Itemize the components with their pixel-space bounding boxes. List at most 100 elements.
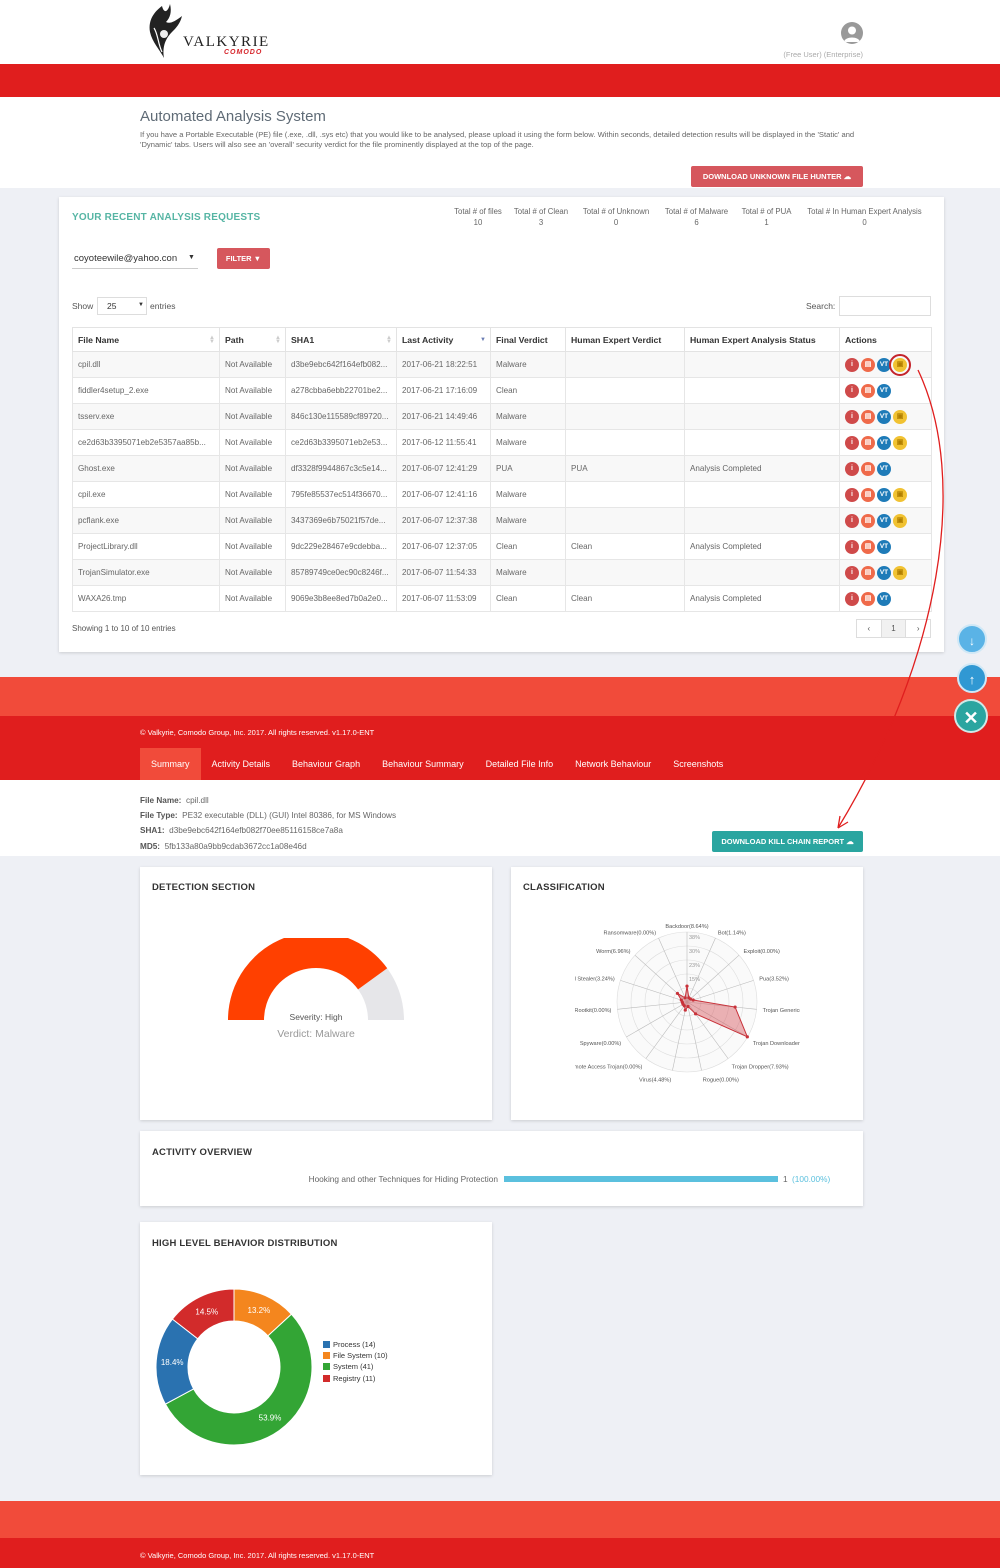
legend-label: System (41) bbox=[333, 1362, 374, 1371]
tab-detailed-file-info[interactable]: Detailed File Info bbox=[475, 748, 565, 780]
sort-icon: ▲ ▼ bbox=[275, 335, 281, 345]
table-row[interactable]: pcflank.exe Not Available 3437369e6b75021f… bbox=[72, 507, 932, 534]
file-name-value: cpil.dll bbox=[185, 796, 209, 805]
cell-human-status bbox=[684, 429, 840, 456]
cell-human-verdict bbox=[565, 481, 685, 508]
radar-point bbox=[683, 1008, 687, 1012]
table-row[interactable]: Ghost.exe Not Available df3328f9944867c3c5… bbox=[72, 455, 932, 482]
file-name-row: File Name: cpil.dll bbox=[140, 796, 209, 805]
cell-final-verdict: Clean bbox=[490, 585, 566, 612]
cell-path: Not Available bbox=[219, 533, 286, 560]
stat-label: Total # of Clean bbox=[513, 207, 569, 216]
save-fab-button[interactable]: ↓ bbox=[957, 624, 987, 654]
column-header-human-expert-status[interactable]: Human Expert Analysis Status bbox=[684, 327, 840, 352]
sha1-label: SHA1: bbox=[140, 826, 165, 835]
cell-human-verdict bbox=[565, 429, 685, 456]
cell-final-verdict: PUA bbox=[490, 455, 566, 482]
behavior-donut-chart: 53.9% 18.4% 14.5% 13.2% bbox=[155, 1288, 313, 1446]
cell-human-status bbox=[684, 507, 840, 534]
upload-fab-button[interactable]: ↑ bbox=[957, 663, 987, 693]
radar-axis-label: Remote Access Trojan(0.00%) bbox=[575, 1064, 642, 1070]
radar-axis-label: Virus(4.48%) bbox=[639, 1077, 671, 1083]
column-header-label: Final Verdict bbox=[496, 334, 548, 345]
valkyrie-logo-icon[interactable] bbox=[140, 2, 184, 60]
search-input[interactable] bbox=[839, 296, 931, 316]
radar-axis-label: Trojan Generic(26.26%) bbox=[763, 1008, 800, 1014]
filter-button[interactable]: FILTER ▼ bbox=[217, 248, 270, 269]
stat-label: Total # of files bbox=[454, 207, 502, 216]
tab-summary[interactable]: Summary bbox=[140, 748, 201, 780]
activity-label: Hooking and other Techniques for Hiding … bbox=[308, 1174, 498, 1184]
radar-point bbox=[675, 991, 680, 996]
sort-icon: ▲ ▼ bbox=[209, 335, 215, 345]
donut-percent-label: 18.4% bbox=[161, 1358, 184, 1367]
cell-sha1: df3328f9944867c3c5e14... bbox=[285, 455, 397, 482]
caret-down-icon: ▼ bbox=[138, 302, 144, 308]
donut-percent-label: 13.2% bbox=[248, 1306, 271, 1315]
cell-file-name: cpil.dll bbox=[72, 351, 220, 378]
cell-last-activity: 2017-06-07 12:37:05 bbox=[396, 533, 491, 560]
stat-total-human-expert: Total # In Human Expert Analysis 0 bbox=[799, 206, 930, 228]
stat-total-malware: Total # of Malware 6 bbox=[659, 206, 734, 228]
footer-copyright: © Valkyrie, Comodo Group, Inc. 2017. All… bbox=[140, 1551, 375, 1560]
table-row[interactable]: ProjectLibrary.dll Not Available 9dc229e28… bbox=[72, 533, 932, 560]
column-header-last-activity[interactable]: Last Activity ▼ bbox=[396, 327, 491, 352]
table-row[interactable]: fiddler4setup_2.exe Not Available a278cbba… bbox=[72, 377, 932, 404]
column-header-path[interactable]: Path ▲ ▼ bbox=[219, 327, 286, 352]
cell-last-activity: 2017-06-21 18:22:51 bbox=[396, 351, 491, 378]
table-info: Showing 1 to 10 of 10 entries bbox=[72, 624, 176, 633]
column-header-human-expert-verdict[interactable]: Human Expert Verdict bbox=[565, 327, 685, 352]
intro-description: If you have a Portable Executable (PE) f… bbox=[140, 130, 855, 149]
legend-registry: Registry (11) bbox=[323, 1374, 375, 1383]
filter-label: FILTER bbox=[225, 254, 252, 263]
cell-path: Not Available bbox=[219, 559, 286, 586]
column-header-file-name[interactable]: File Name ▲ ▼ bbox=[72, 327, 220, 352]
tab-activity-details[interactable]: Activity Details bbox=[201, 748, 282, 780]
cell-human-status bbox=[684, 403, 840, 430]
cell-sha1: ce2d63b3395071eb2e53... bbox=[285, 429, 397, 456]
sort-desc-icon: ▼ bbox=[480, 337, 486, 343]
avatar-icon[interactable] bbox=[841, 22, 863, 44]
radar-axis-label: Trojan Dropper(7.93%) bbox=[732, 1064, 789, 1070]
stat-value: 10 bbox=[473, 218, 483, 227]
radar-tick-label: 15% bbox=[689, 977, 700, 983]
sha1-value: d3be9ebc642f164efb082f70ee85116158ce7a8a bbox=[169, 826, 343, 835]
table-row[interactable]: cpil.dll Not Available d3be9ebc642f164efb0… bbox=[72, 351, 932, 378]
cell-human-verdict: PUA bbox=[565, 455, 685, 482]
table-row[interactable]: WAXA26.tmp Not Available 9069e3b8ee8ed7b0a… bbox=[72, 585, 932, 612]
tab-behaviour-summary[interactable]: Behaviour Summary bbox=[371, 748, 475, 780]
table-row[interactable]: tsserv.exe Not Available 846c130e115589cf8… bbox=[72, 403, 932, 430]
column-header-label: SHA1 bbox=[291, 334, 315, 345]
cell-file-name: ce2d63b3395071eb2e5357aa85b... bbox=[72, 429, 220, 456]
download-unknown-file-hunter-button[interactable]: DOWNLOAD UNKNOWN FILE HUNTER ☁ bbox=[691, 166, 863, 187]
behavior-distribution-title: HIGH LEVEL BEHAVIOR DISTRIBUTION bbox=[152, 1238, 338, 1249]
cell-sha1: 9dc229e28467e9cdebba... bbox=[285, 533, 397, 560]
table-row[interactable]: cpil.exe Not Available 795fe85537ec514f366… bbox=[72, 481, 932, 508]
column-header-sha1[interactable]: SHA1 ▲ ▼ bbox=[285, 327, 397, 352]
radar-point bbox=[691, 998, 695, 1002]
legend-swatch bbox=[323, 1375, 330, 1382]
radar-axis-label: Worm(6.96%) bbox=[596, 949, 631, 955]
tab-network-behaviour[interactable]: Network Behaviour bbox=[564, 748, 662, 780]
cell-final-verdict: Malware bbox=[490, 429, 566, 456]
cell-file-name: tsserv.exe bbox=[72, 403, 220, 430]
cell-sha1: 3437369e6b75021f57de... bbox=[285, 507, 397, 534]
radar-axis-label: Exploit(0.00%) bbox=[743, 949, 780, 955]
md5-value: 5fb133a80a9bb9cdab3672cc1a08e46d bbox=[164, 842, 307, 851]
legend-swatch bbox=[323, 1352, 330, 1359]
cell-final-verdict: Malware bbox=[490, 403, 566, 430]
md5-label: MD5: bbox=[140, 842, 161, 851]
cell-human-verdict bbox=[565, 559, 685, 586]
email-select[interactable]: coyoteewile@yahoo.con bbox=[72, 249, 198, 269]
tab-screenshots[interactable]: Screenshots bbox=[662, 748, 734, 780]
stat-total-unknown: Total # of Unknown 0 bbox=[577, 206, 655, 228]
table-row[interactable]: TrojanSimulator.exe Not Available 85789749… bbox=[72, 559, 932, 586]
footer-banner bbox=[0, 1501, 1000, 1538]
radar-point bbox=[686, 1004, 690, 1009]
entries-label: entries bbox=[150, 301, 176, 311]
sort-icon: ▲ ▼ bbox=[386, 335, 392, 345]
cell-path: Not Available bbox=[219, 429, 286, 456]
tab-behaviour-graph[interactable]: Behaviour Graph bbox=[281, 748, 371, 780]
table-row[interactable]: ce2d63b3395071eb2e5357aa85b... Not Availa… bbox=[72, 429, 932, 456]
column-header-final-verdict[interactable]: Final Verdict bbox=[490, 327, 566, 352]
